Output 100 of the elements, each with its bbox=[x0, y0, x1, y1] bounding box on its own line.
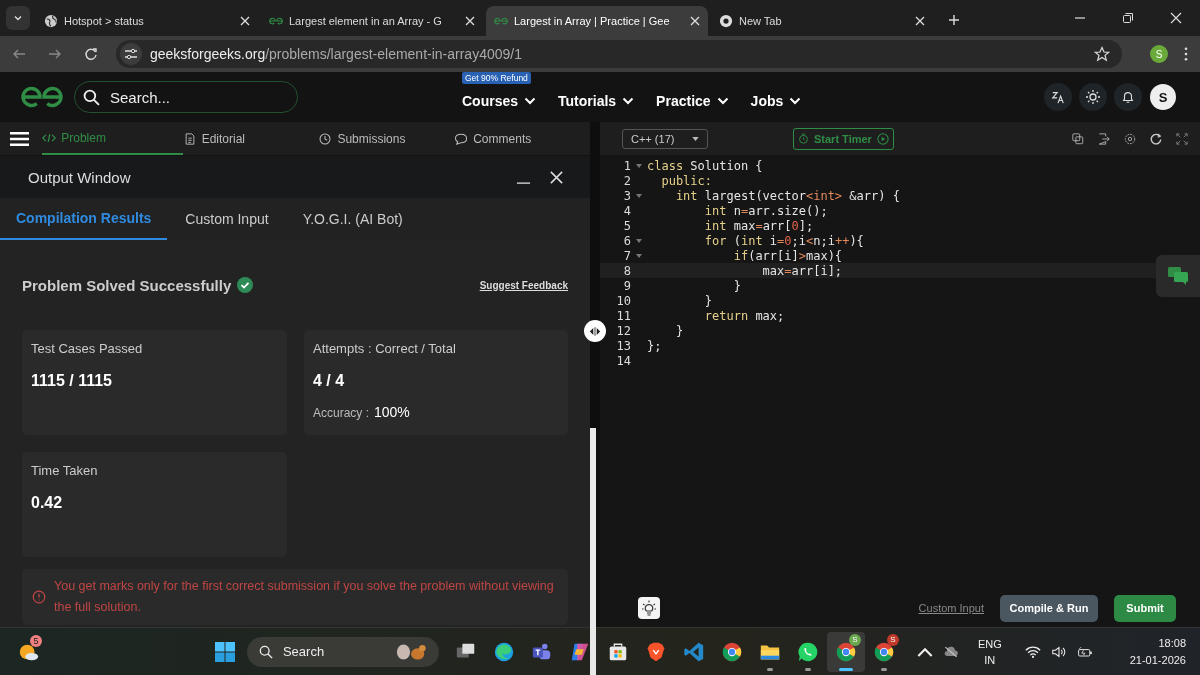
line-number: 8 bbox=[622, 263, 631, 278]
search-icon bbox=[83, 88, 100, 106]
card-label: Test Cases Passed bbox=[31, 341, 144, 356]
close-tab-icon[interactable] bbox=[690, 16, 700, 26]
chevron-down-icon bbox=[716, 97, 729, 105]
user-avatar[interactable]: S bbox=[1150, 84, 1176, 110]
line-number: 2 bbox=[622, 173, 631, 188]
import-icon[interactable] bbox=[1098, 132, 1110, 145]
language-select[interactable]: C++ (17) bbox=[622, 128, 708, 149]
hint-button[interactable] bbox=[638, 597, 660, 619]
fold-caret-icon[interactable] bbox=[636, 163, 642, 168]
translate-button[interactable] bbox=[1044, 83, 1072, 111]
clock-date[interactable]: 21-01-2026 bbox=[1129, 651, 1186, 669]
line-number: 1 bbox=[622, 158, 631, 173]
accuracy-label: Accuracy : bbox=[313, 406, 369, 420]
fold-caret-icon[interactable] bbox=[636, 193, 642, 198]
nav-menu[interactable]: Tutorials bbox=[558, 93, 635, 109]
tab-list-button[interactable] bbox=[6, 6, 30, 30]
theme-button[interactable] bbox=[1079, 83, 1107, 111]
accuracy-value: 100% bbox=[374, 404, 410, 420]
copy-icon[interactable] bbox=[1072, 132, 1084, 145]
close-icon[interactable] bbox=[549, 169, 564, 185]
wifi-icon[interactable] bbox=[1024, 644, 1041, 659]
bookmark-star-icon[interactable] bbox=[1094, 46, 1110, 62]
code-line: for (int i=0;i<n;i++){ bbox=[703, 233, 864, 248]
custom-input-link[interactable]: Custom Input bbox=[918, 602, 984, 614]
speaker-icon[interactable] bbox=[1050, 644, 1067, 659]
arrows-icon bbox=[589, 326, 601, 336]
compile-run-button[interactable]: Compile & Run bbox=[1000, 594, 1098, 622]
feedback-link[interactable]: Suggest Feedback bbox=[479, 279, 568, 291]
problem-tab[interactable]: Submissions bbox=[318, 122, 455, 155]
menu-icon[interactable] bbox=[1184, 47, 1188, 61]
settings-icon[interactable] bbox=[1124, 132, 1136, 145]
cloud-off-icon[interactable] bbox=[942, 644, 959, 659]
close-tab-icon[interactable] bbox=[915, 16, 925, 26]
notice-text: You get marks only for the first correct submission if you solve the problem without viewing the full solution. bbox=[54, 578, 555, 616]
chevron-down-icon bbox=[789, 97, 802, 105]
fullscreen-icon[interactable] bbox=[1176, 132, 1188, 145]
nav-menu[interactable]: Courses bbox=[462, 93, 537, 109]
output-tab[interactable]: Y.O.G.I. (AI Bot) bbox=[286, 198, 419, 240]
line-number: 14 bbox=[615, 353, 631, 368]
nav-menu[interactable]: Jobs bbox=[750, 93, 802, 109]
chrome-icon bbox=[719, 14, 733, 28]
problem-tab[interactable]: Comments bbox=[454, 122, 590, 155]
code-line: } bbox=[732, 278, 741, 293]
search-input[interactable]: Search... bbox=[108, 87, 272, 107]
forward-icon[interactable] bbox=[48, 47, 62, 61]
globe-icon bbox=[44, 14, 58, 28]
browser-tab[interactable]: Largest in Array | Practice | Gee bbox=[486, 6, 708, 36]
chat-button[interactable] bbox=[1156, 255, 1200, 297]
menu-icon[interactable] bbox=[10, 130, 30, 147]
battery-icon[interactable] bbox=[1076, 644, 1093, 659]
taskbar-search[interactable]: Search bbox=[246, 636, 439, 667]
close-tab-icon[interactable] bbox=[240, 16, 250, 26]
line-number: 6 bbox=[622, 233, 631, 248]
line-number: 5 bbox=[622, 218, 631, 233]
code-line: } bbox=[703, 293, 713, 308]
code-line: }; bbox=[647, 338, 662, 353]
close-tab-icon[interactable] bbox=[465, 16, 475, 26]
browser-tab[interactable]: New Tab bbox=[711, 6, 933, 36]
new-tab-icon[interactable] bbox=[948, 14, 960, 26]
restore-icon[interactable] bbox=[1122, 12, 1134, 24]
nav-menu[interactable]: Practice bbox=[656, 93, 729, 109]
reset-icon[interactable] bbox=[1150, 132, 1162, 145]
line-number: 13 bbox=[615, 338, 631, 353]
site-info-button[interactable] bbox=[120, 43, 142, 65]
windows-start-icon[interactable] bbox=[214, 641, 235, 662]
line-number: 7 bbox=[622, 248, 631, 263]
address-field[interactable]: geeksforgeeks.org/problems/largest-element-in-array4009/1 bbox=[116, 40, 1122, 68]
chevron-down-icon bbox=[13, 13, 23, 23]
card-value: 0.42 bbox=[31, 494, 64, 512]
output-tab[interactable]: Custom Input bbox=[169, 198, 285, 240]
code-icon bbox=[42, 131, 57, 144]
card-value: 4 / 4 bbox=[313, 372, 346, 390]
close-icon[interactable] bbox=[1170, 12, 1182, 24]
result-status: Problem Solved Successfully bbox=[22, 276, 232, 294]
input-language[interactable]: ENG bbox=[977, 635, 1002, 652]
bell-icon bbox=[1121, 90, 1135, 104]
browser-tab[interactable]: Hotspot > status bbox=[36, 6, 258, 36]
line-number: 11 bbox=[615, 308, 631, 323]
line-number: 4 bbox=[622, 203, 631, 218]
problem-tab[interactable]: Editorial bbox=[182, 122, 319, 155]
fold-caret-icon[interactable] bbox=[636, 238, 642, 243]
output-tab[interactable]: Compilation Results bbox=[0, 198, 168, 240]
line-number: 10 bbox=[615, 293, 631, 308]
reload-icon[interactable] bbox=[84, 47, 98, 61]
notifications-button[interactable] bbox=[1114, 83, 1142, 111]
timer-icon bbox=[798, 133, 809, 144]
clock-time[interactable]: 18:08 bbox=[1158, 634, 1186, 652]
submit-button[interactable]: Submit bbox=[1114, 594, 1176, 622]
browser-tab[interactable]: Largest element in an Array - G bbox=[261, 6, 483, 36]
clock-icon bbox=[318, 132, 333, 145]
chevron-down-icon bbox=[622, 97, 635, 105]
fold-caret-icon[interactable] bbox=[636, 253, 642, 258]
scrollbar-thumb[interactable] bbox=[590, 428, 596, 675]
gfg-logo-icon[interactable] bbox=[20, 85, 64, 109]
input-region[interactable]: IN bbox=[984, 651, 996, 668]
back-icon[interactable] bbox=[12, 47, 26, 61]
taskbar-app-button[interactable]: S bbox=[864, 631, 903, 672]
start-timer-button[interactable]: Start Timer bbox=[793, 127, 894, 150]
